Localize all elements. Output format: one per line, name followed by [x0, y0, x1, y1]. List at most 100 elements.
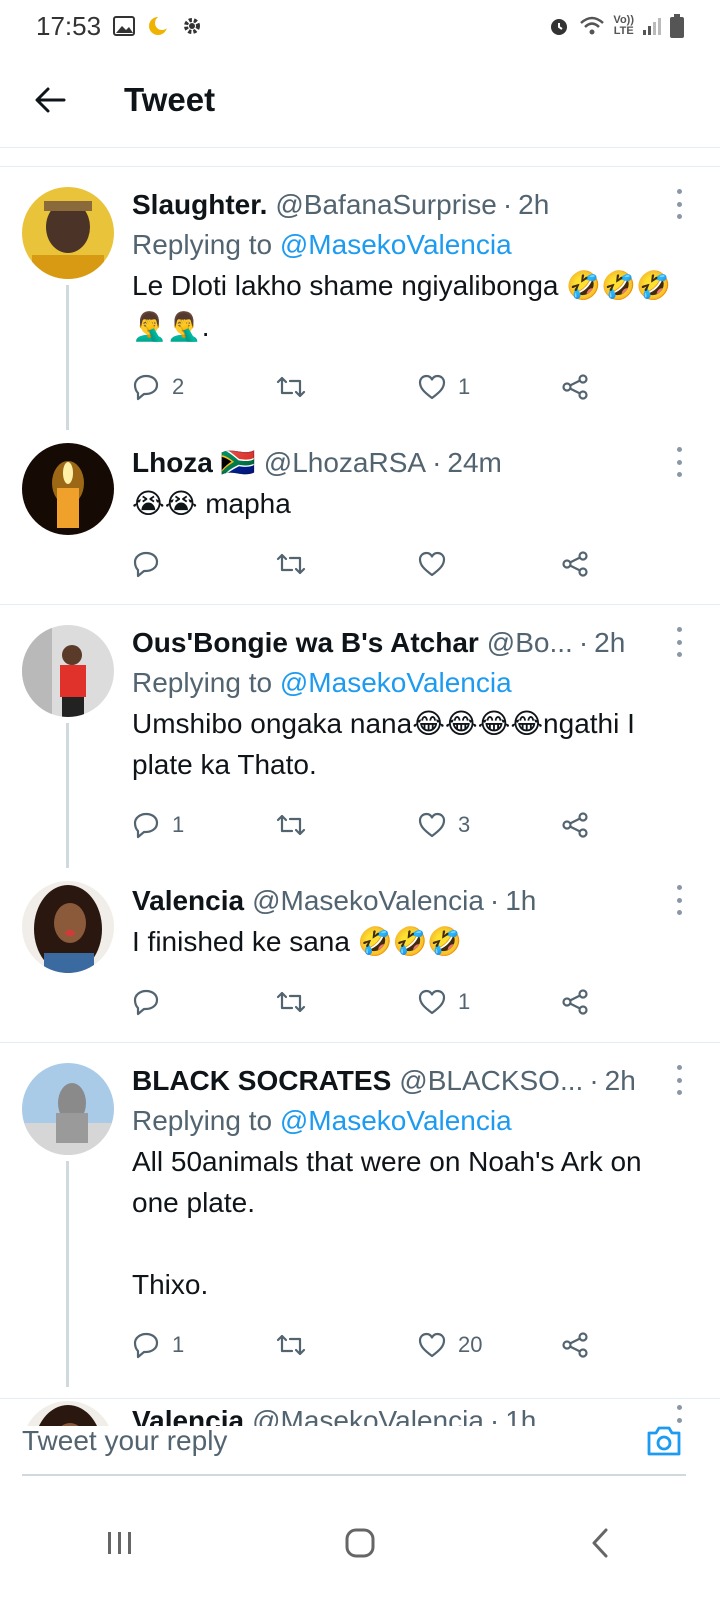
tweet-actions: 1 20 — [132, 1315, 696, 1375]
arrow-left-icon — [35, 87, 66, 112]
tweet-text: Le Dloti lakho shame ngiyalibonga 🤣🤣🤣🤦‍♂… — [132, 270, 671, 342]
like-button[interactable] — [418, 551, 561, 577]
reply-button[interactable]: 1 — [132, 811, 275, 839]
like-count: 1 — [458, 989, 471, 1014]
heart-icon — [418, 551, 446, 577]
tweet[interactable]: Slaughter. @BafanaSurprise · 2h Replying… — [0, 167, 720, 430]
share-icon — [562, 1332, 588, 1358]
retweet-button[interactable] — [275, 374, 418, 400]
home-icon — [345, 1528, 375, 1558]
tweet-time: 2h — [518, 189, 550, 220]
share-button[interactable] — [561, 811, 589, 839]
tweet-time: 2h — [604, 1065, 636, 1096]
mention-link[interactable]: @MasekoValencia — [280, 1105, 512, 1136]
app-header: Tweet — [0, 52, 720, 148]
mention-link[interactable]: @MasekoValencia — [280, 229, 512, 260]
author-handle[interactable]: @Bo... — [487, 623, 573, 663]
reply-button[interactable]: 2 — [132, 373, 275, 401]
avatar[interactable] — [22, 625, 114, 717]
replying-to: Replying to @MasekoValencia — [132, 225, 696, 265]
moon-icon — [147, 15, 170, 37]
share-icon — [562, 989, 588, 1015]
reply-button[interactable] — [132, 550, 275, 578]
tweet-time: 1h — [505, 885, 537, 916]
reply-icon — [133, 374, 159, 401]
back-nav-button[interactable] — [560, 1513, 640, 1573]
reply-icon — [133, 812, 159, 839]
mention-link[interactable]: @MasekoValencia — [280, 667, 512, 698]
like-button[interactable]: 3 — [418, 812, 561, 838]
retweet-button[interactable] — [275, 989, 418, 1015]
system-nav-bar — [0, 1486, 720, 1600]
tweet-actions: 1 — [132, 972, 696, 1032]
reply-feed[interactable]: Slaughter. @BafanaSurprise · 2h Replying… — [0, 166, 720, 1426]
author-name[interactable]: Slaughter. — [132, 185, 267, 225]
home-button[interactable] — [320, 1513, 400, 1573]
thread-line — [66, 285, 69, 430]
battery-icon — [670, 14, 684, 38]
author-name[interactable]: BLACK SOCRATES — [132, 1061, 391, 1101]
more-options-icon[interactable] — [674, 885, 684, 915]
image-icon — [113, 15, 136, 37]
retweet-button[interactable] — [275, 812, 418, 838]
tweet-actions: 1 3 — [132, 795, 696, 855]
like-button[interactable]: 20 — [418, 1332, 561, 1358]
tweet[interactable]: Ous'Bongie wa B's Atchar @Bo... · 2h Rep… — [0, 605, 720, 868]
author-name[interactable]: Lhoza — [132, 443, 213, 483]
recent-apps-button[interactable] — [80, 1513, 160, 1573]
retweet-icon — [276, 376, 306, 398]
share-button[interactable] — [561, 550, 589, 578]
retweet-button[interactable] — [275, 551, 418, 577]
retweet-icon — [276, 1334, 306, 1356]
retweet-button[interactable] — [275, 1332, 418, 1358]
retweet-icon — [276, 991, 306, 1013]
author-name[interactable]: Ous'Bongie wa B's Atchar — [132, 623, 479, 663]
tweet-text: I finished ke sana 🤣🤣🤣 — [132, 926, 463, 957]
recent-apps-icon — [108, 1532, 131, 1554]
tweet[interactable]: BLACK SOCRATES @BLACKSO... · 2h Replying… — [0, 1043, 720, 1387]
replying-prefix: Replying to — [132, 1105, 273, 1136]
camera-button[interactable] — [642, 1419, 686, 1463]
reply-input[interactable] — [22, 1424, 642, 1457]
tweet-time: 24m — [447, 447, 502, 478]
tweet-actions — [132, 534, 696, 594]
tweet-text: All 50animals that were on Noah's Ark on… — [132, 1146, 642, 1300]
replying-to: Replying to @MasekoValencia — [132, 663, 696, 703]
status-bar: 17:53 Vo)) LTE — [0, 0, 720, 52]
avatar[interactable] — [22, 881, 114, 973]
more-options-icon[interactable] — [674, 189, 684, 219]
reply-bar — [0, 1398, 720, 1482]
author-handle[interactable]: @LhozaRSA — [264, 443, 426, 483]
wifi-icon — [579, 15, 605, 37]
share-button[interactable] — [561, 373, 589, 401]
tweet[interactable]: Valencia @MasekoValencia · 1h I finished… — [0, 855, 720, 1042]
more-options-icon[interactable] — [674, 627, 684, 657]
avatar[interactable] — [22, 187, 114, 279]
like-button[interactable]: 1 — [418, 989, 561, 1015]
retweet-icon — [276, 814, 306, 836]
reply-button[interactable] — [132, 988, 275, 1016]
tweet-text: 😭😭 mapha — [132, 488, 291, 519]
share-icon — [562, 374, 588, 400]
reply-button[interactable]: 1 — [132, 1331, 275, 1359]
status-time: 17:53 — [36, 10, 102, 41]
avatar[interactable] — [22, 443, 114, 535]
reply-count: 1 — [172, 812, 185, 837]
volte-icon: Vo)) LTE — [613, 14, 634, 37]
flag-south-africa-icon: 🇿🇦 — [220, 447, 256, 478]
more-options-icon[interactable] — [674, 1065, 684, 1095]
author-handle[interactable]: @BafanaSurprise — [275, 185, 496, 225]
author-handle[interactable]: @BLACKSO... — [399, 1061, 583, 1101]
back-button[interactable] — [24, 74, 76, 126]
more-options-icon[interactable] — [674, 447, 684, 477]
share-icon — [562, 551, 588, 577]
author-handle[interactable]: @MasekoValencia — [252, 881, 484, 921]
like-button[interactable]: 1 — [418, 374, 561, 400]
tweet[interactable]: Lhoza 🇿🇦 @LhozaRSA · 24m 😭😭 mapha — [0, 417, 720, 604]
reply-icon — [133, 989, 159, 1016]
thread-line — [66, 1161, 69, 1387]
share-button[interactable] — [561, 988, 589, 1016]
author-name[interactable]: Valencia — [132, 881, 244, 921]
avatar[interactable] — [22, 1063, 114, 1155]
share-button[interactable] — [561, 1331, 589, 1359]
